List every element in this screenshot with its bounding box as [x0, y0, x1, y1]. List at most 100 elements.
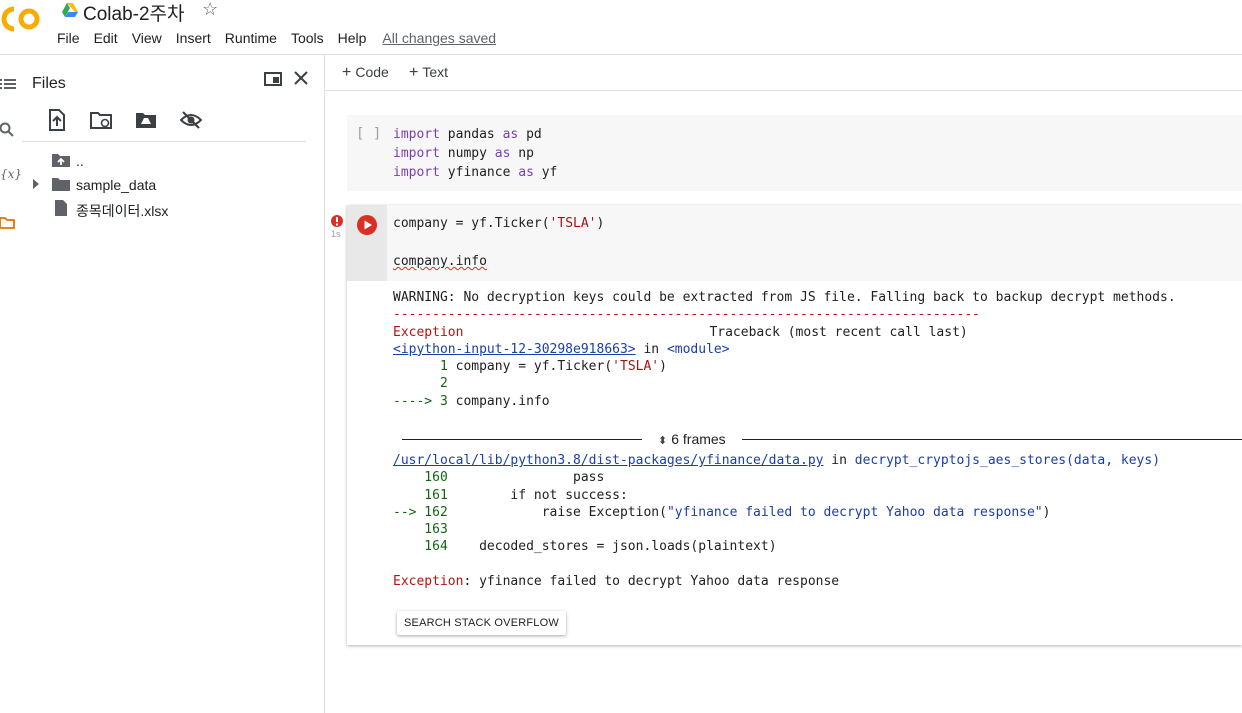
open-in-tab-icon[interactable] — [264, 72, 282, 86]
app-header: Colab-2주차 ☆ File Edit View Insert Runtim… — [0, 0, 1242, 55]
menu-tools[interactable]: Tools — [291, 30, 324, 48]
notebook-toolbar: + Code + Text — [325, 55, 1242, 91]
code-text: company.info — [393, 254, 487, 269]
code-text: raise Exception( — [447, 504, 667, 520]
line-number: 164 — [393, 539, 448, 555]
star-icon[interactable]: ☆ — [202, 0, 218, 20]
code-cell-imports[interactable]: [ ] import pandas as pd import numpy as n… — [347, 115, 1242, 191]
tree-item-label: 종목데이터.xlsx — [76, 203, 169, 219]
folder-icon — [52, 178, 70, 191]
code-line: import yfinance as yf — [393, 163, 557, 182]
cell-gutter — [347, 205, 387, 281]
refresh-folder-icon[interactable] — [90, 109, 112, 131]
files-folder-icon[interactable] — [0, 215, 16, 231]
cell-output-frames: /usr/local/lib/python3.8/dist-packages/y… — [393, 452, 1160, 590]
mount-drive-icon[interactable] — [135, 109, 157, 131]
search-stack-overflow-button[interactable]: SEARCH STACK OVERFLOW — [397, 611, 566, 635]
traceback-file-link[interactable]: /usr/local/lib/python3.8/dist-packages/y… — [393, 453, 823, 468]
string-literal: "yfinance failed to decrypt Yahoo data r… — [666, 504, 1043, 520]
line-number: 2 — [393, 376, 448, 392]
divider — [742, 439, 1242, 440]
string-literal: 'TSLA' — [612, 359, 660, 375]
line-number: 161 — [393, 487, 448, 503]
code-line: import numpy as np — [393, 144, 557, 163]
code-line: company.info — [393, 252, 604, 271]
traceback-input-link[interactable]: <ipython-input-12-30298e918663> — [393, 342, 636, 357]
code-text: decoded_stores = json.loads(plaintext) — [447, 539, 777, 555]
cell-execution-count[interactable]: [ ] — [356, 126, 381, 142]
cell-output: WARNING: No decryption keys could be ext… — [393, 289, 1176, 410]
string-literal: 'TSLA' — [549, 216, 597, 231]
module-name: yfinance — [439, 165, 519, 180]
plus-icon: + — [342, 64, 352, 81]
traceback-label: Traceback (most recent call last) — [709, 324, 968, 340]
code-editor[interactable]: company = yf.Ticker('TSLA') company.info — [393, 214, 604, 271]
code-text: if not success: — [447, 487, 628, 503]
code-cell-ticker[interactable]: company = yf.Ticker('TSLA') company.info… — [347, 205, 1242, 645]
menu-file[interactable]: File — [57, 30, 80, 48]
file-icon — [55, 200, 67, 216]
alias: pd — [518, 127, 542, 142]
run-cell-icon[interactable] — [357, 215, 377, 235]
add-text-button[interactable]: + Text — [409, 64, 448, 82]
exception-name: Exception — [393, 324, 464, 340]
files-panel: Files .. sample_data 종목데이터.xlsx — [22, 55, 325, 713]
frames-label[interactable]: ⬍ 6 frames — [658, 431, 726, 447]
code-text: ) — [659, 359, 667, 375]
alias: np — [510, 146, 534, 161]
collapsed-frames-toggle[interactable]: ⬍ 6 frames — [402, 429, 1242, 449]
colab-logo[interactable] — [0, 4, 44, 34]
module-name: pandas — [439, 127, 503, 142]
search-icon[interactable] — [0, 122, 16, 138]
google-drive-icon[interactable] — [62, 3, 78, 17]
chevron-right-icon[interactable] — [32, 179, 40, 189]
menu-help[interactable]: Help — [338, 30, 367, 48]
close-icon[interactable] — [292, 69, 310, 87]
in-word: in — [635, 341, 667, 357]
keyword: import — [393, 127, 440, 142]
divider — [22, 141, 306, 142]
line-number: 1 — [393, 359, 448, 375]
save-status[interactable]: All changes saved — [382, 30, 496, 48]
menu-bar: File Edit View Insert Runtime Tools Help… — [57, 30, 496, 48]
error-line-arrow: --> 162 — [393, 504, 448, 520]
code-text: pass — [447, 470, 605, 486]
code-editor[interactable]: import pandas as pd import numpy as np imp… — [393, 125, 557, 182]
tree-item-label: .. — [76, 153, 84, 169]
table-of-contents-icon[interactable] — [0, 76, 16, 92]
exception-name: Exception — [393, 574, 464, 590]
code-text: company = yf.Ticker( — [393, 216, 550, 231]
frames-count: 6 frames — [671, 431, 726, 447]
error-indicator-icon — [331, 215, 343, 227]
code-text: company = yf.Ticker( — [447, 359, 613, 375]
line-number: 163 — [393, 522, 448, 538]
menu-insert[interactable]: Insert — [176, 30, 211, 48]
menu-view[interactable]: View — [132, 30, 162, 48]
upload-file-icon[interactable] — [46, 109, 68, 131]
notebook-title[interactable]: Colab-2주차 — [83, 0, 185, 26]
variables-icon[interactable]: {x} — [0, 167, 22, 183]
in-word: in — [823, 453, 855, 468]
code-text: ) — [1042, 504, 1051, 520]
left-rail: {x} — [0, 55, 22, 713]
module-name: numpy — [439, 146, 495, 161]
plus-icon: + — [409, 64, 419, 81]
code-text: ) — [596, 216, 605, 231]
menu-runtime[interactable]: Runtime — [225, 30, 277, 48]
keyword: import — [393, 165, 440, 180]
cell-input[interactable]: company = yf.Ticker('TSLA') company.info — [347, 205, 1242, 281]
alias: yf — [533, 165, 558, 180]
add-code-label: Code — [355, 64, 389, 80]
add-code-button[interactable]: + Code — [342, 64, 389, 82]
execution-time: 1s — [331, 229, 341, 239]
function-label: decrypt_cryptojs_aes_stores(data, keys) — [854, 453, 1161, 468]
parent-folder-icon — [52, 154, 70, 167]
tree-item-label: sample_data — [76, 177, 157, 193]
menu-edit[interactable]: Edit — [94, 30, 118, 48]
expand-collapse-icon: ⬍ — [658, 435, 668, 447]
keyword: as — [518, 165, 534, 180]
keyword: as — [502, 127, 519, 142]
module-label: <module> — [666, 341, 730, 357]
hide-files-icon[interactable] — [180, 109, 202, 131]
